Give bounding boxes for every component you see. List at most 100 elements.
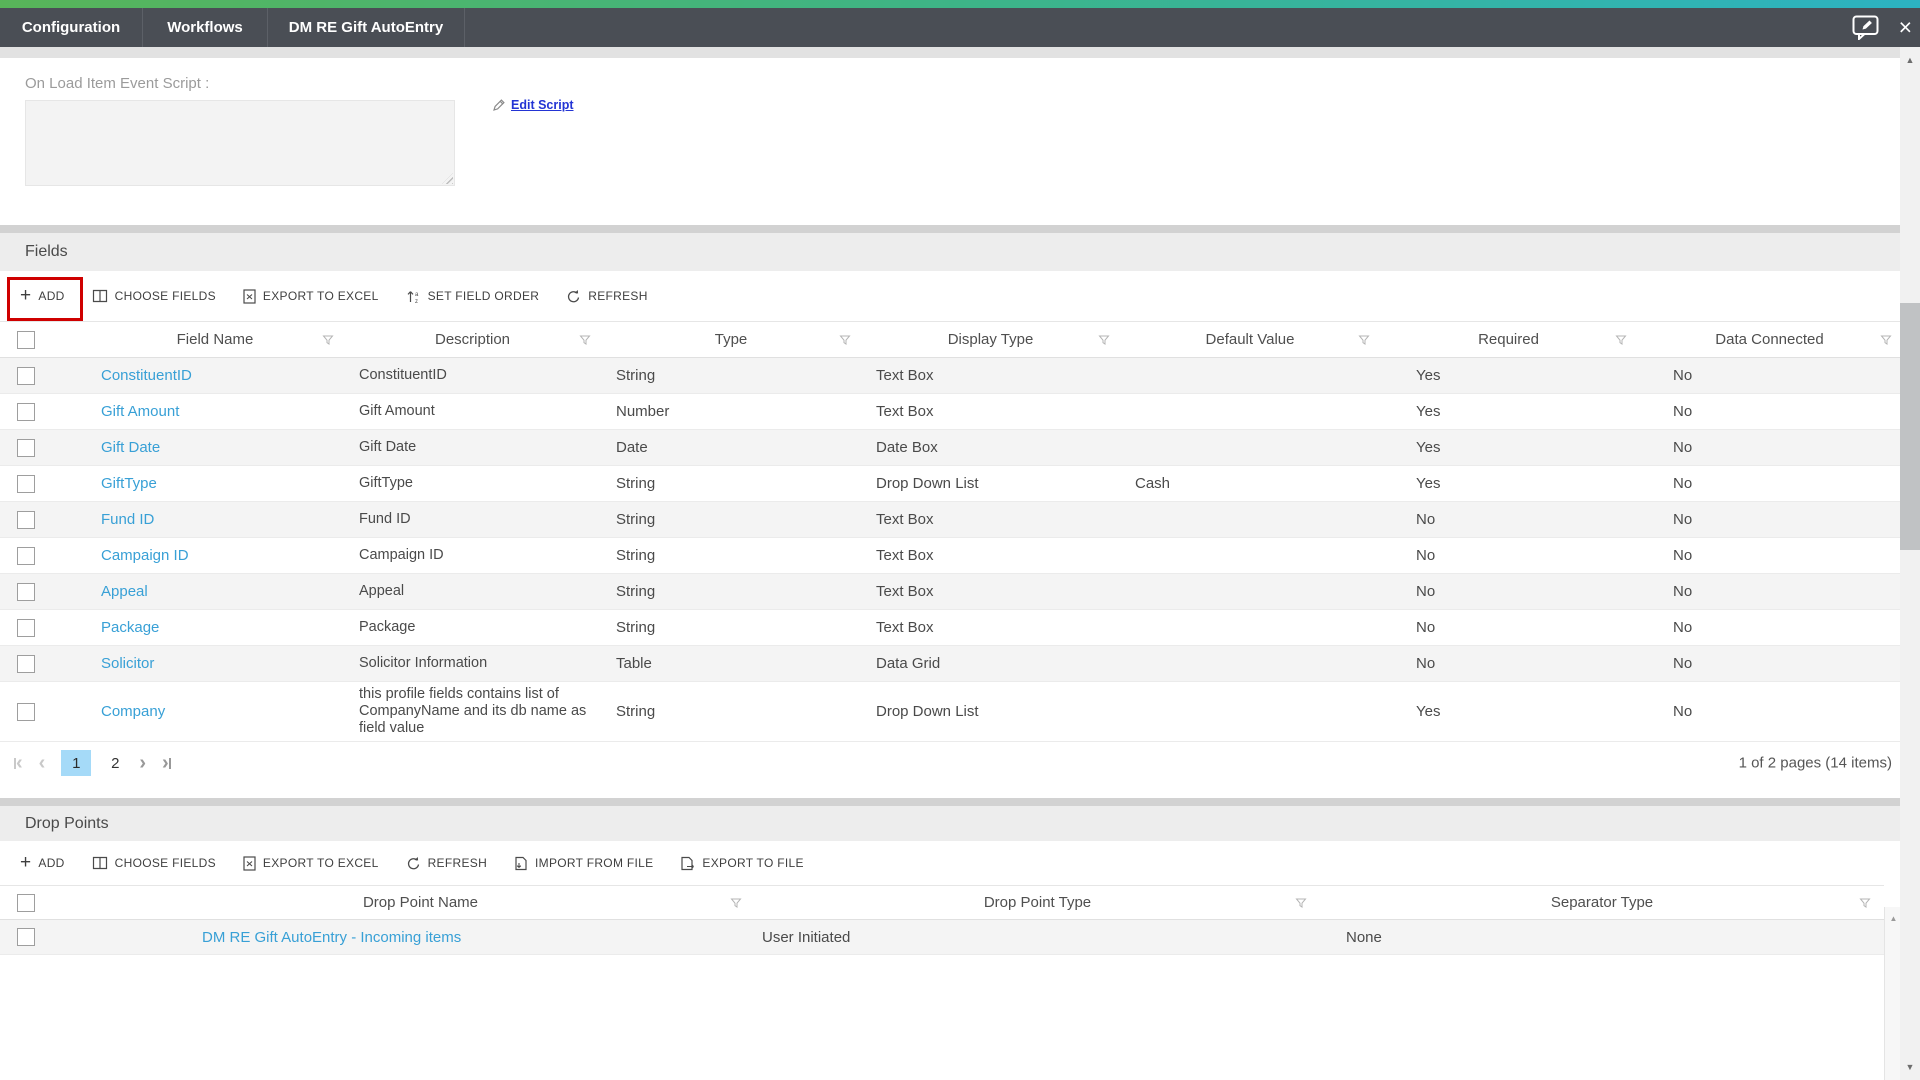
add-button[interactable]: + ADD — [20, 288, 65, 305]
filter-icon[interactable] — [579, 334, 591, 346]
refresh-icon — [406, 856, 421, 871]
select-all-checkbox[interactable] — [17, 894, 35, 912]
row-checkbox[interactable] — [17, 367, 35, 385]
filter-icon[interactable] — [1859, 897, 1871, 909]
scrollbar-thumb[interactable] — [1900, 303, 1920, 550]
export-to-file-button[interactable]: EXPORT TO FILE — [680, 856, 803, 871]
column-header-data-connected[interactable]: Data Connected — [1637, 322, 1902, 357]
resize-grip[interactable] — [442, 173, 453, 184]
field-name-link[interactable]: GiftType — [101, 475, 157, 492]
open-book-icon — [92, 289, 108, 303]
filter-icon[interactable] — [730, 897, 742, 909]
refresh-button[interactable]: REFRESH — [406, 856, 487, 871]
field-required-cell: No — [1380, 610, 1637, 645]
edit-script-link[interactable]: Edit Script — [492, 98, 574, 112]
fields-table-header: Field Name Description Type Display Type… — [0, 321, 1902, 358]
filter-icon[interactable] — [322, 334, 334, 346]
filter-icon[interactable] — [1615, 334, 1627, 346]
column-header-drop-point-type[interactable]: Drop Point Type — [755, 886, 1320, 919]
field-name-link[interactable]: Company — [101, 703, 165, 720]
field-name-cell: Package — [86, 610, 344, 645]
field-required-cell: No — [1380, 538, 1637, 573]
field-default-value-cell — [1120, 358, 1380, 393]
filter-icon[interactable] — [1880, 334, 1892, 346]
row-checkbox[interactable] — [17, 703, 35, 721]
row-checkbox[interactable] — [17, 511, 35, 529]
column-header-default-value[interactable]: Default Value — [1120, 322, 1380, 357]
section-divider — [0, 798, 1902, 806]
field-required-cell: Yes — [1380, 394, 1637, 429]
field-name-link[interactable]: ConstituentID — [101, 367, 192, 384]
field-name-link[interactable]: Gift Date — [101, 439, 160, 456]
drop-points-table: Drop Point Name Drop Point Type Separato… — [0, 885, 1902, 955]
drop-point-name-link[interactable]: DM RE Gift AutoEntry - Incoming items — [202, 929, 461, 946]
export-to-excel-button[interactable]: EXPORT TO EXCEL — [243, 856, 379, 871]
row-checkbox[interactable] — [17, 475, 35, 493]
column-header-description[interactable]: Description — [344, 322, 601, 357]
field-data-connected-cell: No — [1637, 610, 1902, 645]
filter-icon[interactable] — [1098, 334, 1110, 346]
select-all-checkbox[interactable] — [17, 331, 35, 349]
tab-dm-re-gift-autoentry[interactable]: DM RE Gift AutoEntry — [268, 8, 465, 47]
first-page-button[interactable]: ‹ — [14, 758, 23, 769]
tab-workflows[interactable]: Workflows — [143, 8, 268, 47]
row-checkbox[interactable] — [17, 403, 35, 421]
separator-type-cell: None — [1320, 920, 1884, 954]
field-type-cell: String — [601, 502, 861, 537]
column-header-field-name[interactable]: Field Name — [86, 322, 344, 357]
field-name-link[interactable]: Gift Amount — [101, 403, 179, 420]
column-header-drop-point-name[interactable]: Drop Point Name — [86, 886, 755, 919]
column-header-display-type[interactable]: Display Type — [861, 322, 1120, 357]
scroll-down-icon[interactable]: ▼ — [1900, 1062, 1920, 1072]
next-page-button[interactable]: › — [139, 758, 146, 769]
page-number-1[interactable]: 1 — [61, 750, 91, 776]
export-to-excel-button[interactable]: EXPORT TO EXCEL — [243, 289, 379, 304]
field-data-connected-cell: No — [1637, 466, 1902, 501]
close-icon[interactable]: × — [1899, 16, 1912, 39]
field-description-cell: ConstituentID — [344, 358, 601, 393]
filter-icon[interactable] — [839, 334, 851, 346]
add-button[interactable]: + ADD — [20, 855, 65, 872]
scroll-up-icon[interactable]: ▲ — [1900, 55, 1920, 65]
page-scrollbar[interactable]: ▲ ▼ — [1900, 47, 1920, 1080]
table-row: ConstituentIDConstituentIDStringText Box… — [0, 358, 1902, 394]
tab-configuration[interactable]: Configuration — [0, 8, 143, 47]
select-all-cell — [0, 886, 86, 919]
field-name-link[interactable]: Package — [101, 619, 159, 636]
page-number-2[interactable]: 2 — [107, 755, 123, 772]
table-row: Fund IDFund IDStringText BoxNoNo — [0, 502, 1902, 538]
choose-fields-button[interactable]: CHOOSE FIELDS — [92, 289, 216, 303]
column-header-required[interactable]: Required — [1380, 322, 1637, 357]
field-name-link[interactable]: Appeal — [101, 583, 148, 600]
filter-icon[interactable] — [1358, 334, 1370, 346]
table-row: PackagePackageStringText BoxNoNo — [0, 610, 1902, 646]
script-textarea[interactable] — [25, 100, 455, 186]
field-name-cell: GiftType — [86, 466, 344, 501]
last-page-button[interactable]: › — [162, 758, 171, 769]
field-display-type-cell: Text Box — [861, 358, 1120, 393]
filter-icon[interactable] — [1295, 897, 1307, 909]
choose-fields-button[interactable]: CHOOSE FIELDS — [92, 856, 216, 870]
field-default-value-cell — [1120, 538, 1380, 573]
field-default-value-cell — [1120, 430, 1380, 465]
edit-script-label: Edit Script — [511, 98, 574, 112]
feedback-icon[interactable] — [1852, 15, 1879, 40]
row-checkbox[interactable] — [17, 655, 35, 673]
field-name-link[interactable]: Solicitor — [101, 655, 154, 672]
prev-page-button[interactable]: ‹ — [39, 758, 46, 769]
field-name-link[interactable]: Campaign ID — [101, 547, 189, 564]
row-checkbox[interactable] — [17, 928, 35, 946]
field-description-cell: this profile fields contains list of Com… — [344, 682, 601, 741]
import-from-file-button[interactable]: IMPORT FROM FILE — [514, 856, 653, 871]
field-name-link[interactable]: Fund ID — [101, 511, 154, 528]
field-data-connected-cell: No — [1637, 394, 1902, 429]
set-field-order-button[interactable]: a z SET FIELD ORDER — [406, 289, 540, 304]
refresh-button[interactable]: REFRESH — [566, 289, 647, 304]
field-description-cell: Solicitor Information — [344, 646, 601, 681]
row-checkbox[interactable] — [17, 547, 35, 565]
row-checkbox[interactable] — [17, 439, 35, 457]
column-header-type[interactable]: Type — [601, 322, 861, 357]
column-header-separator-type[interactable]: Separator Type — [1320, 886, 1884, 919]
row-checkbox[interactable] — [17, 583, 35, 601]
row-checkbox[interactable] — [17, 619, 35, 637]
